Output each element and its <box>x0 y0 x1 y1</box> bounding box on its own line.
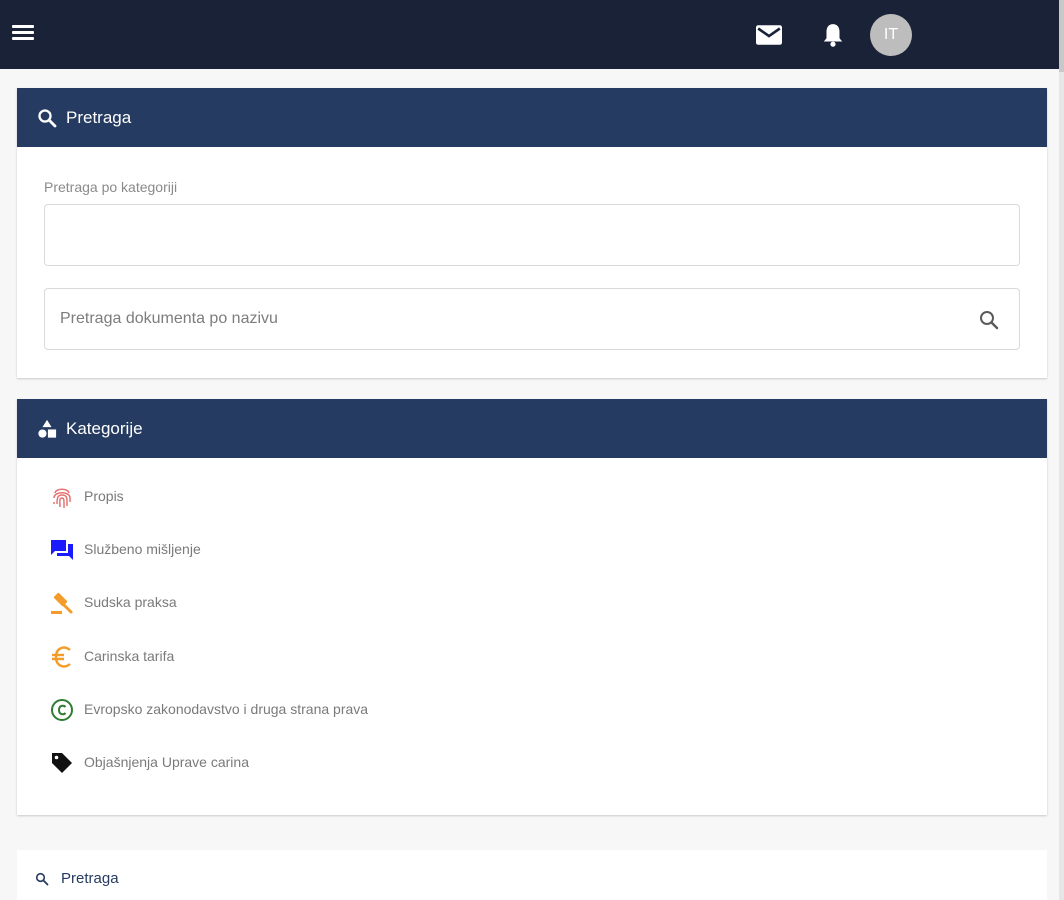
category-label: Sudska praksa <box>84 594 177 611</box>
categories-panel-header: Kategorije <box>17 399 1047 458</box>
document-search-input[interactable] <box>60 310 960 328</box>
category-label: Službeno mišljenje <box>84 541 201 558</box>
shapes-icon <box>37 419 57 439</box>
top-app-bar: IT <box>0 0 1059 69</box>
categories-panel: Kategorije Propis Službeno mišljenje Sud… <box>17 399 1047 815</box>
category-label: Carinska tarifa <box>84 647 175 664</box>
category-item-sluzbeno-misljenje[interactable]: Službeno mišljenje <box>49 540 368 593</box>
search-panel: Pretraga Pretraga po kategoriji <box>17 88 1047 378</box>
bottom-panel: Pretraga <box>17 850 1047 900</box>
copyright-icon <box>49 698 75 722</box>
categories-panel-title: Kategorije <box>66 418 143 438</box>
category-label: Evropsko zakonodavstvo i druga strana pr… <box>84 700 369 717</box>
category-search-input[interactable] <box>44 204 1020 266</box>
category-item-evropsko-zakonodavstvo[interactable]: Evropsko zakonodavstvo i druga strana pr… <box>49 698 369 753</box>
avatar-initials: IT <box>883 26 899 43</box>
tag-icon <box>49 751 75 775</box>
scrollbar[interactable] <box>1059 0 1064 900</box>
category-label: Propis <box>84 488 124 504</box>
mail-icon[interactable] <box>754 20 784 50</box>
bell-icon[interactable] <box>818 20 848 50</box>
search-panel-header: Pretraga <box>17 88 1047 147</box>
euro-icon <box>49 645 75 669</box>
category-item-carinska-tarifa[interactable]: Carinska tarifa <box>49 645 368 700</box>
search-panel-title: Pretraga <box>66 107 132 127</box>
hamburger-menu-icon[interactable] <box>12 22 40 48</box>
search-icon <box>35 872 49 886</box>
category-item-objasnjenja-uprave-carina[interactable]: Objašnjenja Uprave carina <box>49 751 368 806</box>
category-item-propis[interactable]: Propis <box>49 487 368 540</box>
category-search-label: Pretraga po kategoriji <box>44 179 178 195</box>
search-icon <box>37 108 57 128</box>
fingerprint-icon <box>49 485 75 509</box>
gavel-icon <box>49 591 75 615</box>
forum-icon <box>49 538 75 562</box>
bottom-search-link[interactable]: Pretraga <box>35 870 119 887</box>
document-search-button-icon[interactable] <box>977 308 1001 332</box>
scrollbar-thumb[interactable] <box>1059 0 1064 72</box>
category-list: Propis Službeno mišljenje Sudska praksa … <box>49 487 368 806</box>
document-search-field[interactable] <box>44 288 1020 350</box>
category-label: Objašnjenja Uprave carina <box>84 753 249 770</box>
bottom-search-label: Pretraga <box>61 870 119 887</box>
category-item-sudska-praksa[interactable]: Sudska praksa <box>49 593 368 646</box>
avatar[interactable]: IT <box>870 14 912 56</box>
